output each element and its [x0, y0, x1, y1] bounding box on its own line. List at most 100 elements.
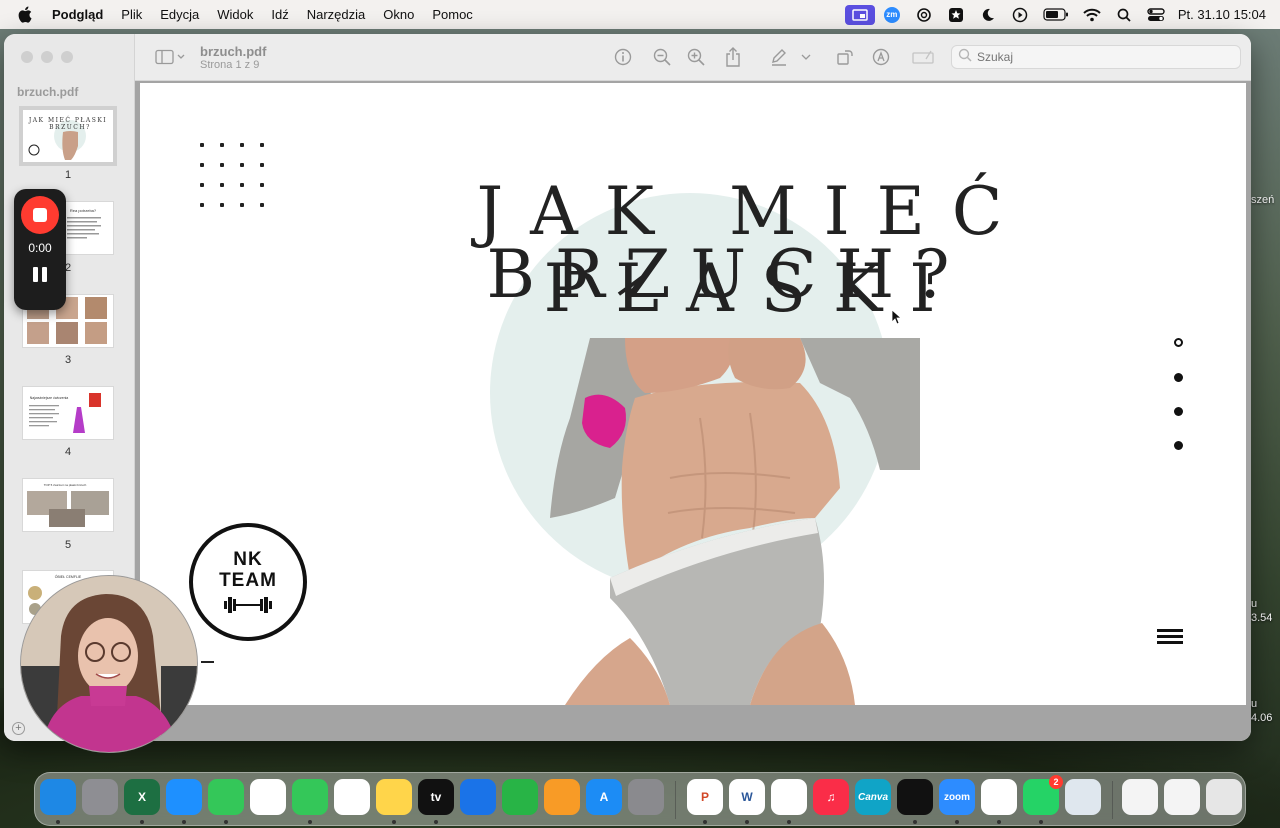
dock-running-indicator	[140, 820, 144, 824]
notification-badge: 2	[1049, 775, 1063, 789]
dock-screenshot-stack-icon[interactable]	[1164, 779, 1200, 815]
menu-edycja[interactable]: Edycja	[160, 7, 199, 22]
markup-pen-icon[interactable]	[768, 46, 790, 68]
grid-dot	[260, 143, 264, 147]
grid-dot	[200, 143, 204, 147]
menubar-clock[interactable]: Pt. 31.10 15:04	[1178, 7, 1266, 22]
dock-messages-icon[interactable]	[208, 779, 244, 815]
grid-dot	[240, 143, 244, 147]
dock-excel-icon[interactable]: X	[124, 779, 160, 815]
pause-recording-button[interactable]	[33, 267, 47, 282]
document-canvas[interactable]: JAK MIEĆ PŁASKI BRZUCH? NK TEAM	[135, 81, 1251, 741]
dock-preview-icon[interactable]	[1065, 779, 1101, 815]
window-toolbar: brzuch.pdf Strona 1 z 9	[135, 34, 1251, 81]
thumbnail-preview: Najważniejsze ćwiczenia	[23, 387, 113, 439]
star-icon[interactable]	[940, 0, 972, 29]
chatgpt-icon[interactable]	[908, 0, 940, 29]
recording-timer: 0:00	[28, 241, 52, 255]
dock-safari-icon[interactable]	[166, 779, 202, 815]
dock-word-icon[interactable]: W	[729, 779, 765, 815]
add-page-button[interactable]: +	[12, 722, 25, 735]
dock-facetime-icon[interactable]	[292, 779, 328, 815]
menu-pomoc[interactable]: Pomoc	[432, 7, 472, 22]
dock-numbers-icon[interactable]	[502, 779, 538, 815]
dock-app-label: W	[741, 790, 753, 804]
webcam-bubble[interactable]	[20, 575, 198, 753]
search-icon	[958, 48, 972, 67]
control-center-icon[interactable]	[1140, 0, 1172, 29]
dock-app-store-icon[interactable]: A	[586, 779, 622, 815]
thumbnail-heading: Rea potrzeba?	[70, 208, 97, 213]
dock-canva-icon[interactable]: Canva	[855, 779, 891, 815]
chevron-down-icon[interactable]	[799, 46, 813, 68]
slide-nav-dot-1[interactable]	[1174, 338, 1183, 347]
info-icon[interactable]	[612, 46, 634, 68]
dock-notes-icon[interactable]	[376, 779, 412, 815]
annotate-icon[interactable]	[870, 46, 892, 68]
menu-plik[interactable]: Plik	[121, 7, 142, 22]
page-thumbnail-1[interactable]: JAK MIEĆ PŁASKI BRZUCH?	[23, 110, 113, 162]
moon-icon[interactable]	[972, 0, 1004, 29]
battery-icon[interactable]	[1036, 0, 1076, 29]
dock-launchpad-icon[interactable]	[82, 779, 118, 815]
close-window-button[interactable]	[21, 51, 33, 63]
desktop-file-label[interactable]: 4.06	[1251, 712, 1272, 724]
menu-okno[interactable]: Okno	[383, 7, 414, 22]
desktop-file-label[interactable]: u	[1251, 698, 1257, 710]
search-icon[interactable]	[1108, 0, 1140, 29]
dock-trash-icon[interactable]	[1206, 779, 1242, 815]
dock-document-stack-icon[interactable]	[1122, 779, 1158, 815]
search-input[interactable]	[977, 50, 1217, 64]
zoom-out-icon[interactable]	[651, 46, 673, 68]
zoom-window-button[interactable]	[61, 51, 73, 63]
dock-finder-icon[interactable]	[40, 779, 76, 815]
stop-recording-button[interactable]	[21, 196, 59, 234]
minimize-window-button[interactable]	[41, 51, 53, 63]
dock-running-indicator	[1039, 820, 1043, 824]
menu-app-name[interactable]: Podgląd	[52, 7, 103, 22]
hamburger-menu-icon[interactable]	[1157, 629, 1183, 645]
dock-running-indicator	[745, 820, 749, 824]
sidebar-toggle-icon[interactable]	[153, 46, 187, 68]
slide-nav-dot-2[interactable]	[1174, 373, 1183, 382]
page-thumbnail-5[interactable]: TOP 5 ćwiczeń na płaski brzuch	[23, 479, 113, 531]
thumbnail-number: 3	[64, 354, 72, 366]
menu-narzedzia[interactable]: Narzędzia	[307, 7, 366, 22]
dock-running-indicator	[56, 820, 60, 824]
dock-app-label: tv	[430, 790, 442, 804]
play-icon[interactable]	[1004, 0, 1036, 29]
rotate-icon[interactable]	[834, 46, 856, 68]
grid-dot	[200, 163, 204, 167]
dock-photos-icon[interactable]	[250, 779, 286, 815]
form-icon[interactable]	[912, 46, 934, 68]
search-field[interactable]	[951, 45, 1241, 69]
menu-idz[interactable]: Idź	[271, 7, 288, 22]
dock-pages-icon[interactable]	[544, 779, 580, 815]
wifi-icon[interactable]	[1076, 0, 1108, 29]
desktop-file-label[interactable]: szeń	[1251, 194, 1274, 206]
dock-system-settings-icon[interactable]	[628, 779, 664, 815]
page-thumbnail-4[interactable]: Najważniejsze ćwiczenia	[23, 387, 113, 439]
dock-keynote-icon[interactable]	[460, 779, 496, 815]
dock-music-icon[interactable]: ♫	[813, 779, 849, 815]
zoom-icon[interactable]: zm	[876, 0, 908, 29]
dock-messenger-icon[interactable]	[771, 779, 807, 815]
dock-chatgpt-icon[interactable]	[981, 779, 1017, 815]
zoom-in-icon[interactable]	[685, 46, 707, 68]
slide-nav-dot-3[interactable]	[1174, 407, 1183, 416]
desktop-file-label[interactable]: 3.54	[1251, 612, 1272, 624]
dock-apple-tv-icon[interactable]: tv	[418, 779, 454, 815]
menu-widok[interactable]: Widok	[217, 7, 253, 22]
dock-spotify-icon[interactable]	[897, 779, 933, 815]
slide-nav-dot-4[interactable]	[1174, 441, 1183, 450]
dock-running-indicator	[997, 820, 1001, 824]
share-icon[interactable]	[722, 46, 744, 68]
dock-reminders-icon[interactable]	[334, 779, 370, 815]
dock-powerpoint-icon[interactable]: P	[687, 779, 723, 815]
screen-share-icon[interactable]	[844, 0, 876, 29]
dock-running-indicator	[703, 820, 707, 824]
dock-zoom-icon[interactable]: zoom	[939, 779, 975, 815]
desktop-file-label[interactable]: u	[1251, 598, 1257, 610]
dumbbell-icon	[224, 597, 272, 613]
apple-menu-icon[interactable]	[16, 6, 34, 24]
